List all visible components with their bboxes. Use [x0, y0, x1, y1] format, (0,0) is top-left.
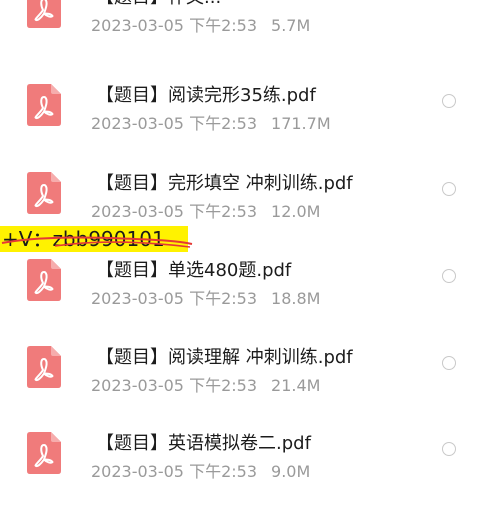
file-name: 【题目】完形填空 冲刺训练.pdf: [96, 173, 353, 194]
select-radio[interactable]: [442, 182, 456, 196]
file-size: 9.0M: [271, 462, 311, 481]
file-size: 5.7M: [271, 16, 311, 35]
file-date: 2023-03-05 下午2:53: [91, 16, 258, 35]
file-size: 12.0M: [271, 202, 321, 221]
file-size: 21.4M: [271, 376, 321, 395]
file-meta: 2023-03-05 下午2:53 9.0M: [91, 462, 310, 482]
pdf-file-icon: [27, 346, 61, 388]
file-row[interactable]: 【题目】阅读理解 冲刺训练.pdf 2023-03-05 下午2:53 21.4M: [0, 346, 480, 434]
file-row[interactable]: 【题目】单选480题.pdf 2023-03-05 下午2:53 18.8M: [0, 259, 480, 347]
pdf-file-icon: [27, 172, 61, 214]
file-name: 【题目】阅读理解 冲刺训练.pdf: [96, 347, 353, 368]
file-meta: 2023-03-05 下午2:53 5.7M: [91, 16, 310, 36]
pdf-file-icon: [27, 84, 61, 126]
file-row[interactable]: 【题目】作文... 2023-03-05 下午2:53 5.7M: [0, 0, 480, 74]
file-name: 【题目】英语模拟卷二.pdf: [96, 433, 311, 454]
file-date: 2023-03-05 下午2:53: [91, 376, 258, 395]
file-date: 2023-03-05 下午2:53: [91, 462, 258, 481]
file-size: 171.7M: [271, 114, 331, 133]
select-radio[interactable]: [442, 356, 456, 370]
file-name: 【题目】作文...: [96, 0, 221, 10]
file-row[interactable]: 【题目】阅读完形35练.pdf 2023-03-05 下午2:53 171.7M: [0, 84, 480, 172]
file-name: 【题目】阅读完形35练.pdf: [96, 85, 316, 106]
contact-watermark: +V：zbb990101: [0, 224, 195, 256]
select-radio[interactable]: [442, 442, 456, 456]
file-row[interactable]: 【题目】英语模拟卷二.pdf 2023-03-05 下午2:53 9.0M: [0, 432, 480, 520]
file-name: 【题目】单选480题.pdf: [96, 260, 292, 281]
file-meta: 2023-03-05 下午2:53 12.0M: [91, 202, 320, 222]
strikethrough-scribble: [1, 236, 193, 248]
pdf-file-icon: [27, 0, 61, 28]
file-date: 2023-03-05 下午2:53: [91, 114, 258, 133]
file-size: 18.8M: [271, 289, 321, 308]
pdf-file-icon: [27, 259, 61, 301]
file-meta: 2023-03-05 下午2:53 171.7M: [91, 114, 331, 134]
select-radio[interactable]: [442, 94, 456, 108]
file-meta: 2023-03-05 下午2:53 21.4M: [91, 376, 320, 396]
pdf-file-icon: [27, 432, 61, 474]
file-meta: 2023-03-05 下午2:53 18.8M: [91, 289, 320, 309]
file-date: 2023-03-05 下午2:53: [91, 289, 258, 308]
select-radio[interactable]: [442, 269, 456, 283]
file-date: 2023-03-05 下午2:53: [91, 202, 258, 221]
